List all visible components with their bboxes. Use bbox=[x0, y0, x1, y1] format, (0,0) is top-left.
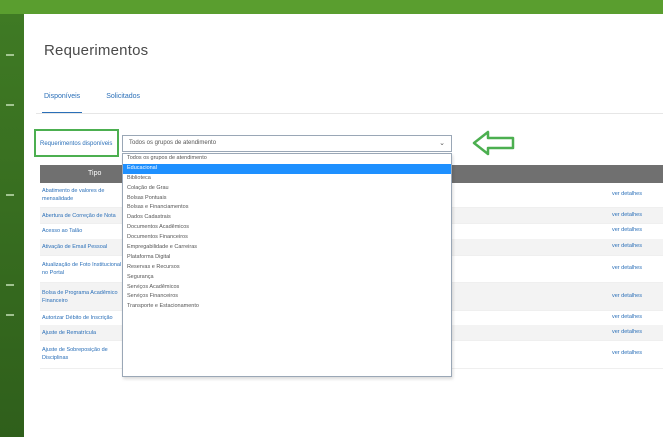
tab-solicitados[interactable]: Solicitados bbox=[104, 90, 142, 114]
dropdown-option[interactable]: Documentos Acadêmicos bbox=[123, 223, 451, 233]
row-tipo-link[interactable]: Abertura de Correção de Nota bbox=[42, 212, 126, 220]
dropdown-option[interactable]: Reservas e Recursos bbox=[123, 263, 451, 273]
ver-detalhes-link[interactable]: ver detalhes bbox=[612, 212, 642, 218]
rail-marker bbox=[6, 284, 14, 286]
ver-detalhes-link[interactable]: ver detalhes bbox=[612, 243, 642, 249]
group-select[interactable]: Todos os grupos de atendimento ⌄ bbox=[122, 135, 452, 152]
row-tipo-link[interactable]: Ajuste de Rematrícula bbox=[42, 329, 126, 337]
row-tipo-link[interactable]: Bolsa de Programa Acadêmico Financeiro bbox=[42, 289, 126, 305]
ver-detalhes-link[interactable]: ver detalhes bbox=[612, 265, 642, 271]
row-tipo-link[interactable]: Atualização de Foto Institucional no Por… bbox=[42, 261, 126, 277]
row-tipo-link[interactable]: Ativação de Email Pessoal bbox=[42, 243, 126, 251]
left-sidebar-rail bbox=[0, 14, 24, 437]
dropdown-option[interactable]: Bolsas Pontuais bbox=[123, 194, 451, 204]
rail-marker bbox=[6, 194, 14, 196]
dropdown-option[interactable]: Educacional bbox=[123, 163, 451, 174]
dropdown-option[interactable]: Plataforma Digital bbox=[123, 253, 451, 263]
row-tipo-link[interactable]: Autorizar Débito de Inscrição bbox=[42, 314, 126, 322]
tab-disponiveis[interactable]: Disponíveis bbox=[42, 90, 83, 114]
group-dropdown-list[interactable]: Todos os grupos de atendimento Educaciona… bbox=[122, 153, 452, 377]
ver-detalhes-link[interactable]: ver detalhes bbox=[612, 293, 642, 299]
row-tipo-link[interactable]: Abatimento de valores de mensalidade bbox=[42, 187, 126, 203]
left-arrow-icon bbox=[472, 130, 515, 156]
rail-marker bbox=[6, 314, 14, 316]
tab-bar: Disponíveis Solicitados bbox=[42, 90, 142, 114]
filter-label-highlighted: Requerimentos disponíveis bbox=[34, 129, 119, 157]
dropdown-option[interactable]: Documentos Financeiros bbox=[123, 233, 451, 243]
rail-marker bbox=[6, 104, 14, 106]
row-tipo-link[interactable]: Ajuste de Sobreposição de Disciplinas bbox=[42, 346, 126, 362]
dropdown-option[interactable]: Serviços Financeiros bbox=[123, 292, 451, 302]
rail-marker bbox=[6, 54, 14, 56]
dropdown-option[interactable]: Todos os grupos de atendimento bbox=[123, 154, 451, 164]
ver-detalhes-link[interactable]: ver detalhes bbox=[612, 314, 642, 320]
chevron-down-icon: ⌄ bbox=[439, 140, 445, 147]
group-select-value: Todos os grupos de atendimento bbox=[129, 140, 217, 146]
top-frame-bar bbox=[0, 0, 663, 14]
tabs-divider bbox=[36, 113, 663, 114]
ver-detalhes-link[interactable]: ver detalhes bbox=[612, 227, 642, 233]
column-header-tipo: Tipo bbox=[88, 170, 102, 177]
ver-detalhes-link[interactable]: ver detalhes bbox=[612, 350, 642, 356]
ver-detalhes-link[interactable]: ver detalhes bbox=[612, 191, 642, 197]
dropdown-option[interactable]: Transporte e Estacionamento bbox=[123, 302, 451, 312]
dropdown-option[interactable]: Bolsas e Financiamentos bbox=[123, 203, 451, 213]
ver-detalhes-link[interactable]: ver detalhes bbox=[612, 329, 642, 335]
row-tipo-link[interactable]: Acesso ao Talão bbox=[42, 227, 126, 235]
page-title: Requerimentos bbox=[44, 42, 149, 59]
dropdown-option[interactable]: Serviços Acadêmicos bbox=[123, 283, 451, 293]
dropdown-option[interactable]: Segurança bbox=[123, 273, 451, 283]
main-content: Requerimentos Disponíveis Solicitados Re… bbox=[26, 18, 663, 437]
dropdown-option[interactable]: Colação de Grau bbox=[123, 184, 451, 194]
dropdown-option[interactable]: Dados Cadastrais bbox=[123, 213, 451, 223]
dropdown-option[interactable]: Biblioteca bbox=[123, 174, 451, 184]
dropdown-option[interactable]: Empregabilidade e Carreiras bbox=[123, 243, 451, 253]
